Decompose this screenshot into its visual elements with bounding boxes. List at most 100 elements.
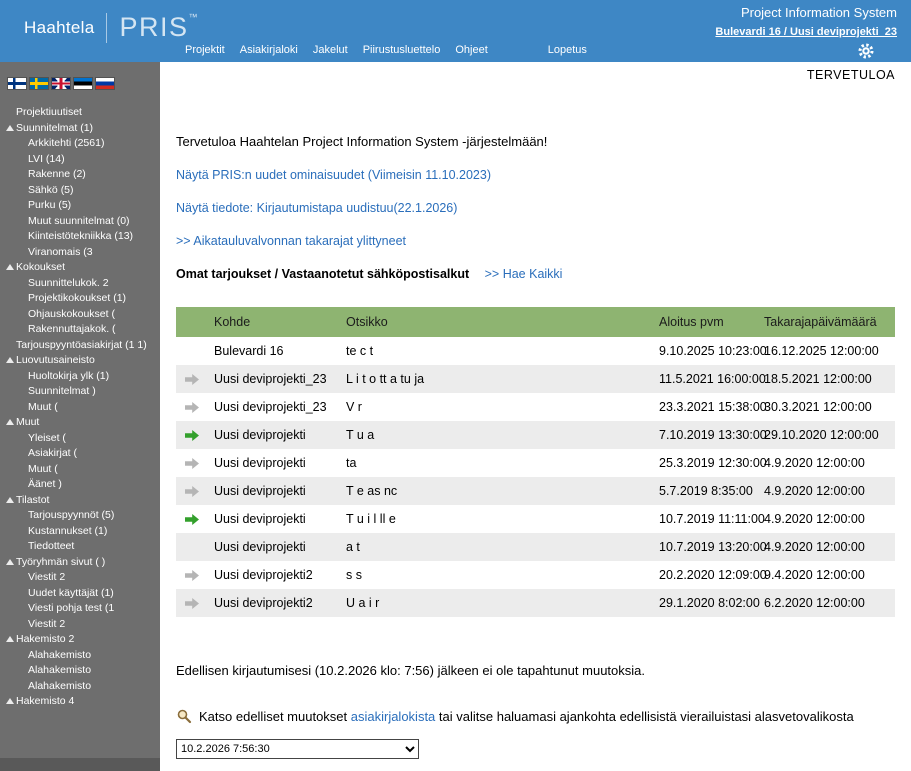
cell-aloitus: 10.7.2019 11:11:00 xyxy=(659,512,765,526)
tree-item[interactable]: Kiinteistötekniikka (13) xyxy=(6,229,156,245)
nav-ohjeet[interactable]: Ohjeet xyxy=(455,44,487,56)
current-project-link[interactable]: Bulevardi 16 / Uusi deviprojekti_23 xyxy=(715,26,897,38)
cell-aloitus: 20.2.2020 12:09:00 xyxy=(659,568,767,582)
tree-item[interactable]: LVI (14) xyxy=(6,152,156,168)
tree-item[interactable]: Ohjauskokoukset ( xyxy=(6,307,156,323)
expand-caret-icon[interactable] xyxy=(6,558,14,565)
tree-item[interactable]: Alahakemisto xyxy=(6,663,156,679)
tree-item[interactable]: Suunnitelmat ) xyxy=(6,384,156,400)
swedish-flag-icon[interactable] xyxy=(30,78,48,89)
tree-item[interactable]: Viranomais (3 xyxy=(6,245,156,261)
tree-item-label: Asiakirjat ( xyxy=(28,447,78,459)
expand-caret-icon[interactable] xyxy=(6,357,14,363)
cell-takaraja: 30.3.2021 12:00:00 xyxy=(764,400,872,414)
tree-item[interactable]: Asiakirjat ( xyxy=(6,446,156,462)
estonian-flag-icon[interactable] xyxy=(74,78,92,89)
tree-item[interactable]: Purku (5) xyxy=(6,198,156,214)
tree-item[interactable]: Muut ( xyxy=(6,462,156,478)
expand-caret-icon[interactable] xyxy=(6,698,14,704)
last-login-text: Edellisen kirjautumisesi (10.2.2026 klo:… xyxy=(176,663,645,678)
expand-caret-icon[interactable] xyxy=(6,636,14,642)
tree-item[interactable]: Suunnittelukok. 2 xyxy=(6,276,156,292)
table-row[interactable]: Uusi deviprojekti_23 V r 23.3.2021 15:38:0… xyxy=(176,393,895,421)
tree-item[interactable]: Muut xyxy=(6,415,156,431)
column-takaraja: Takarajapäivämäärä xyxy=(758,307,895,337)
nav-projektit[interactable]: Projektit xyxy=(185,44,225,56)
tree-item[interactable]: Uudet käyttäjät (1) xyxy=(6,586,156,602)
tree-item[interactable]: Sähkö (5) xyxy=(6,183,156,199)
tree-item[interactable]: Alahakemisto xyxy=(6,648,156,664)
tree-item[interactable]: Suunnitelmat (1) xyxy=(6,121,156,137)
tree-item[interactable]: Muut suunnitelmat (0) xyxy=(6,214,156,230)
tree-item-label: Suunnitelmat ) xyxy=(28,385,96,397)
tree-item[interactable]: Viesti pohja test (1 xyxy=(6,601,156,617)
nav-asiakirjaloki[interactable]: Asiakirjaloki xyxy=(240,44,298,56)
tree-item[interactable]: Tiedotteet xyxy=(6,539,156,555)
british-flag-icon[interactable] xyxy=(52,78,70,89)
finnish-flag-icon[interactable] xyxy=(8,78,26,89)
table-row[interactable]: Uusi deviprojekti_23 L i t o tt a tu ja 11… xyxy=(176,365,895,393)
document-log-link[interactable]: asiakirjalokista xyxy=(351,709,436,724)
table-row[interactable]: Uusi deviprojekti T u a 7.10.2019 13:30:00… xyxy=(176,421,895,449)
previous-visit-select[interactable]: 10.2.2026 7:56:30 xyxy=(176,739,419,759)
welcome-label: TERVETULOA xyxy=(806,68,895,82)
sidebar: Projektiuutiset Suunnitelmat (1) Arkkiteht… xyxy=(0,62,160,771)
expand-caret-icon[interactable] xyxy=(6,124,14,131)
tree-item[interactable]: Rakenne (2) xyxy=(6,167,156,183)
search-all-link[interactable]: >> Hae Kaikki xyxy=(485,267,563,281)
overdue-deadlines-link[interactable]: >> Aikatauluvalvonnan takarajat ylittyne… xyxy=(176,234,406,248)
tree-item[interactable]: Tilastot xyxy=(6,493,156,509)
tree-item-label: Muut suunnitelmat (0) xyxy=(28,214,130,227)
read-arrow-icon xyxy=(185,401,199,416)
cell-takaraja: 6.2.2020 12:00:00 xyxy=(764,596,865,610)
cell-kohde: Uusi deviprojekti xyxy=(214,512,306,526)
cell-aloitus: 25.3.2019 12:30:00 xyxy=(659,456,767,470)
tree-item[interactable]: Tarjouspyyntöasiakirjat (1 1) xyxy=(6,338,156,354)
russian-flag-icon[interactable] xyxy=(96,78,114,89)
cell-arrow xyxy=(176,421,208,449)
tree-item-label: Suunnitelmat (1) xyxy=(16,121,94,134)
table-row[interactable]: Uusi deviprojekti2 U a i r 29.1.2020 8:02:… xyxy=(176,589,895,617)
cell-otsikko: T u a xyxy=(346,428,375,442)
tree-item[interactable]: Tarjouspyynnöt (5) xyxy=(6,508,156,524)
cell-takaraja: 4.9.2020 12:00:00 xyxy=(764,512,865,526)
tree-item[interactable]: Kustannukset (1) xyxy=(6,524,156,540)
tree-item[interactable]: Muut ( xyxy=(6,400,156,416)
magnifier-icon xyxy=(176,708,192,724)
tree-item[interactable]: Viestit 2 xyxy=(6,570,156,586)
table-row[interactable]: Uusi deviprojekti T u i l ll e 10.7.2019 1… xyxy=(176,505,895,533)
tree-item[interactable]: Kokoukset xyxy=(6,260,156,276)
cell-otsikko: V r xyxy=(346,400,362,414)
tree-item[interactable]: Yleiset ( xyxy=(6,431,156,447)
cell-arrow xyxy=(176,393,208,421)
expand-caret-icon[interactable] xyxy=(6,496,14,503)
tree-item[interactable]: Rakennuttajakok. ( xyxy=(6,322,156,338)
nav-lopetus[interactable]: Lopetus xyxy=(548,44,587,56)
table-row[interactable]: Bulevardi 16 te c t 9.10.2025 10:23:00 16.1… xyxy=(176,337,895,365)
table-row[interactable]: Uusi deviprojekti T e as nc 5.7.2019 8:35:… xyxy=(176,477,895,505)
expand-caret-icon[interactable] xyxy=(6,419,14,425)
main-wrap: Projektiuutiset Suunnitelmat (1) Arkkiteht… xyxy=(0,62,911,771)
expand-caret-icon[interactable] xyxy=(6,264,14,270)
tree-item[interactable]: Projektikokoukset (1) xyxy=(6,291,156,307)
cell-arrow xyxy=(176,589,208,617)
settings-gear-icon[interactable] xyxy=(857,42,875,60)
tree-item[interactable]: Äänet ) xyxy=(6,477,156,493)
tree-item[interactable]: Luovutusaineisto xyxy=(6,353,156,369)
tree-item[interactable]: Huoltokirja ylk (1) xyxy=(6,369,156,385)
nav-jakelut[interactable]: Jakelut xyxy=(313,44,348,56)
new-features-link[interactable]: Näytä PRIS:n uudet ominaisuudet (Viimeis… xyxy=(176,168,491,182)
tree-item[interactable]: Hakemisto 4 xyxy=(6,694,156,710)
tree-item[interactable]: Viestit 2 xyxy=(6,617,156,633)
tree-item[interactable]: Projektiuutiset xyxy=(6,105,156,121)
tree-item[interactable]: Hakemisto 2 xyxy=(6,632,156,648)
notice-link[interactable]: Näytä tiedote: Kirjautumistapa uudistuu(… xyxy=(176,201,457,215)
tree-item[interactable]: Alahakemisto xyxy=(6,679,156,695)
nav-piirustusluettelo[interactable]: Piirustusluettelo xyxy=(363,44,441,56)
table-row[interactable]: Uusi deviprojekti ta 25.3.2019 12:30:00 4.9… xyxy=(176,449,895,477)
tree-item[interactable]: Arkkitehti (2561) xyxy=(6,136,156,152)
tree-item-label: Muut ( xyxy=(28,462,58,475)
table-row[interactable]: Uusi deviprojekti2 s s 20.2.2020 12:09:00 9… xyxy=(176,561,895,589)
tree-item[interactable]: Työryhmän sivut ( ) xyxy=(6,555,156,571)
table-row[interactable]: Uusi deviprojekti a t 10.7.2019 13:20:00 4.… xyxy=(176,533,895,561)
